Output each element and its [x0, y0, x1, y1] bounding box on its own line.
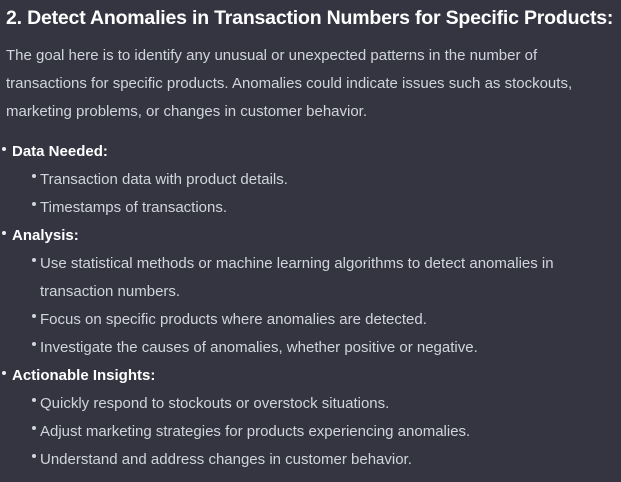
section-actionable-insights: Actionable Insights: Quickly respond to … — [2, 362, 615, 474]
section-list: Data Needed: Transaction data with produ… — [2, 138, 615, 474]
bullet-icon — [2, 147, 6, 151]
section-analysis: Analysis: Use statistical methods or mac… — [2, 222, 615, 362]
bullet-icon — [32, 454, 36, 458]
list-item-text: Use statistical methods or machine learn… — [40, 255, 554, 300]
list-item-text: Quickly respond to stockouts or overstoc… — [40, 395, 390, 412]
section-heading: 2. Detect Anomalies in Transaction Numbe… — [6, 7, 614, 29]
item-list: Quickly respond to stockouts or overstoc… — [12, 390, 615, 474]
list-item-text: Investigate the causes of anomalies, whe… — [40, 339, 478, 356]
list-item: Adjust marketing strategies for products… — [32, 418, 615, 446]
bullet-icon — [2, 231, 6, 235]
list-item: Quickly respond to stockouts or overstoc… — [32, 390, 615, 418]
bullet-icon — [32, 426, 36, 430]
list-item-text: Transaction data with product details. — [40, 171, 288, 188]
item-list: Use statistical methods or machine learn… — [12, 250, 615, 362]
bullet-icon — [32, 342, 36, 346]
bullet-icon — [2, 371, 6, 375]
list-item: Timestamps of transactions. — [32, 194, 615, 222]
list-item-text: Adjust marketing strategies for products… — [40, 423, 471, 440]
bullet-icon — [32, 258, 36, 262]
document: 2. Detect Anomalies in Transaction Numbe… — [0, 0, 621, 482]
bullet-icon — [32, 202, 36, 206]
bullet-icon — [32, 398, 36, 402]
section-title: Analysis: — [12, 227, 79, 244]
list-item-text: Understand and address changes in custom… — [40, 451, 412, 468]
list-item: Focus on specific products where anomali… — [32, 306, 615, 334]
list-item-text: Timestamps of transactions. — [40, 199, 228, 216]
list-item: Investigate the causes of anomalies, whe… — [32, 334, 615, 362]
section-data-needed: Data Needed: Transaction data with produ… — [2, 138, 615, 222]
bullet-icon — [32, 314, 36, 318]
list-item: Use statistical methods or machine learn… — [32, 250, 615, 306]
intro-paragraph: The goal here is to identify any unusual… — [6, 47, 573, 120]
list-item: Understand and address changes in custom… — [32, 446, 615, 474]
list-item: Transaction data with product details. — [32, 166, 615, 194]
item-list: Transaction data with product details. T… — [12, 166, 615, 222]
bullet-icon — [32, 174, 36, 178]
list-item-text: Focus on specific products where anomali… — [40, 311, 427, 328]
section-title: Data Needed: — [12, 143, 108, 160]
section-title: Actionable Insights: — [12, 367, 156, 384]
